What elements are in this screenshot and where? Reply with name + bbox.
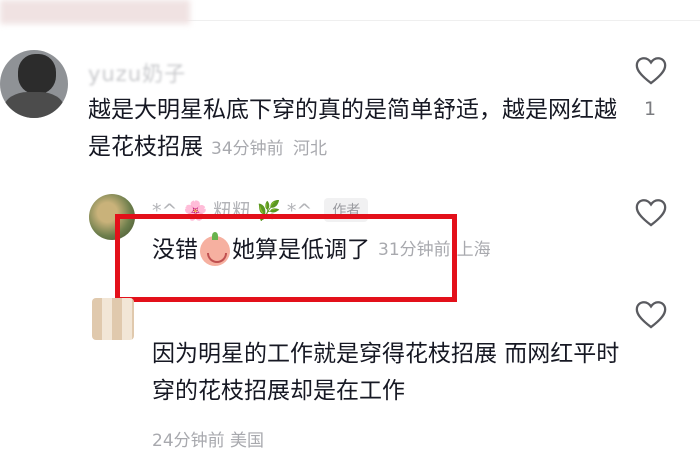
heart-outline-icon[interactable] [634,196,668,230]
heart-outline-icon[interactable] [634,298,668,332]
comment-meta: 24分钟前 美国 [152,431,265,451]
comment-text: 越是大明星私底下穿的真的是简单舒适，越是网红越是花枝招展 34分钟前 河北 [88,92,628,168]
highlight-box [115,214,457,302]
comment-username[interactable]: yuzu奶子 [88,58,186,88]
comment-location: 河北 [292,139,327,159]
comment-username[interactable] [0,0,190,24]
comment-location: 上海 [456,240,491,260]
comment-body: 越是大明星私底下穿的真的是简单舒适，越是网红越是花枝招展 [88,97,617,160]
comment-text: 因为明星的工作就是穿得花枝招展 而网红平时穿的花枝招展却是在工作 [152,341,620,404]
comment-time: 34分钟前 [211,139,284,159]
like-count: 1 [643,98,657,120]
avatar[interactable] [92,298,134,340]
heart-outline-icon[interactable] [634,54,668,88]
avatar[interactable] [0,50,68,118]
